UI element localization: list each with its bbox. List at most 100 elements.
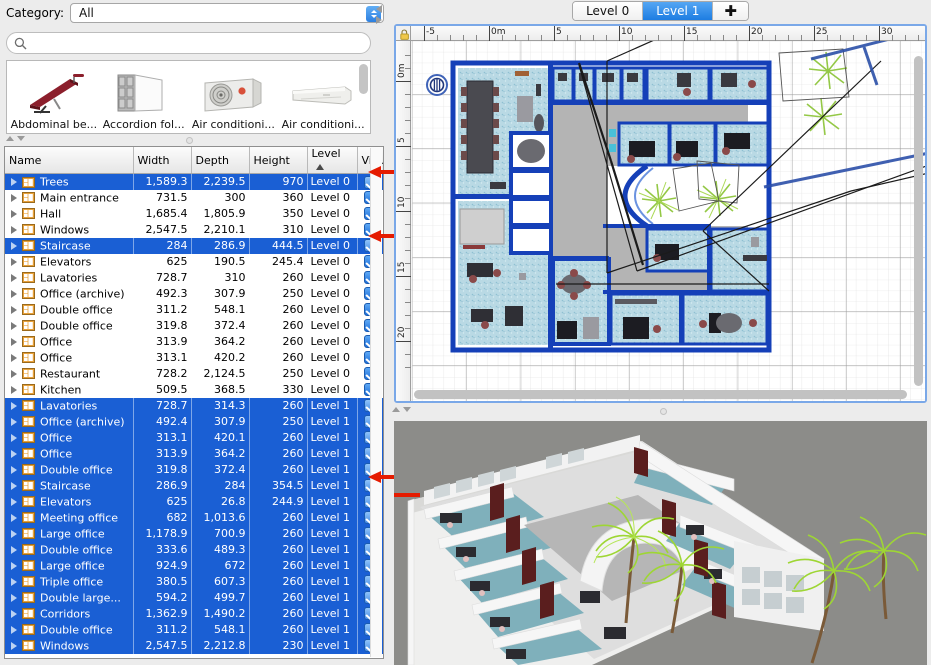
- cell-height[interactable]: 260: [249, 397, 308, 414]
- expand-group-icon[interactable]: [11, 529, 17, 538]
- catalog-item[interactable]: Abdominal be...: [9, 63, 99, 133]
- cell-depth[interactable]: 1,013.6: [191, 509, 250, 526]
- cell-level[interactable]: Level 1: [307, 445, 358, 462]
- expand-group-icon[interactable]: [11, 209, 17, 218]
- cell-name[interactable]: Hall: [5, 205, 133, 222]
- cell-name[interactable]: Kitchen: [5, 381, 133, 398]
- search-input[interactable]: [27, 35, 370, 51]
- cell-depth[interactable]: 607.3: [191, 573, 250, 590]
- table-row[interactable]: Lavatories 728.7 314.3 260 Level 1: [5, 397, 383, 414]
- cell-level[interactable]: Level 1: [307, 461, 358, 478]
- cell-width[interactable]: 625: [133, 253, 191, 270]
- expand-group-icon[interactable]: [11, 337, 17, 346]
- column-header-name[interactable]: Name: [5, 147, 134, 174]
- cell-depth[interactable]: 672: [191, 557, 250, 574]
- cell-height[interactable]: 260: [249, 317, 307, 334]
- expand-group-icon[interactable]: [11, 369, 17, 378]
- cell-name[interactable]: Office: [5, 349, 133, 366]
- cell-depth[interactable]: 548.1: [191, 301, 249, 318]
- plan-vertical-scrollbar[interactable]: [914, 56, 923, 386]
- table-row[interactable]: Lavatories 728.7 310 260 Level 0: [5, 269, 383, 286]
- cell-depth[interactable]: 499.7: [191, 589, 250, 606]
- cell-depth[interactable]: 489.3: [191, 541, 250, 558]
- catalog-items-list[interactable]: Abdominal be... Accordion fol... Air con…: [6, 60, 371, 134]
- cell-name[interactable]: Windows: [5, 637, 134, 654]
- chevron-down-icon[interactable]: [403, 407, 411, 412]
- cell-width[interactable]: 728.2: [133, 365, 191, 382]
- cell-level[interactable]: Level 1: [307, 573, 358, 590]
- cell-name[interactable]: Office: [5, 429, 134, 446]
- table-row[interactable]: Restaurant 728.2 2,124.5 250 Level 0: [5, 365, 383, 382]
- table-row[interactable]: Double office 333.6 489.3 260 Level 1: [5, 541, 383, 558]
- expand-group-icon[interactable]: [11, 593, 17, 602]
- cell-width[interactable]: 728.7: [133, 397, 192, 414]
- cell-depth[interactable]: 190.5: [191, 253, 249, 270]
- cell-level[interactable]: Level 1: [307, 397, 358, 414]
- expand-group-icon[interactable]: [11, 385, 17, 394]
- plan-view[interactable]: -5 0m 5 10 15 20 25 30 0m 5 10 15 20: [394, 24, 927, 403]
- column-header-height[interactable]: Height: [249, 147, 308, 174]
- expand-group-icon[interactable]: [11, 193, 17, 202]
- expand-group-icon[interactable]: [11, 497, 17, 506]
- cell-name[interactable]: Large office: [5, 557, 134, 574]
- table-row[interactable]: Elevators 625 26.8 244.9 Level 1: [5, 493, 383, 510]
- table-row[interactable]: Triple office 380.5 607.3 260 Level 1: [5, 573, 383, 590]
- tab-level-0[interactable]: Level 0: [573, 2, 644, 20]
- cell-level[interactable]: Level 0: [307, 237, 358, 254]
- cell-depth[interactable]: 548.1: [191, 621, 250, 638]
- compass-icon[interactable]: [426, 74, 448, 96]
- cell-depth[interactable]: 2,212.8: [191, 637, 250, 654]
- cell-height[interactable]: 260: [249, 605, 308, 622]
- cell-width[interactable]: 313.1: [133, 349, 191, 366]
- plan-canvas[interactable]: [411, 41, 925, 401]
- cell-width[interactable]: 313.1: [133, 429, 192, 446]
- cell-width[interactable]: 594.2: [133, 589, 192, 606]
- cell-height[interactable]: 250: [249, 285, 307, 302]
- cell-depth[interactable]: 420.1: [191, 429, 250, 446]
- cell-height[interactable]: 260: [249, 349, 307, 366]
- expand-group-icon[interactable]: [11, 257, 17, 266]
- cell-level[interactable]: Level 1: [307, 557, 358, 574]
- expand-group-icon[interactable]: [11, 353, 17, 362]
- cell-height[interactable]: 250: [249, 413, 308, 430]
- table-row[interactable]: Main entrance 731.5 300 360 Level 0: [5, 189, 383, 206]
- catalog-item[interactable]: Accordion fol...: [99, 63, 189, 133]
- table-row[interactable]: Office (archive) 492.3 307.9 250 Level 0: [5, 285, 383, 302]
- catalog-item[interactable]: Air conditioni...: [278, 63, 368, 133]
- expand-group-icon[interactable]: [11, 641, 17, 650]
- expand-group-icon[interactable]: [11, 609, 17, 618]
- cell-height[interactable]: 260: [249, 509, 308, 526]
- cell-width[interactable]: 311.2: [133, 621, 192, 638]
- table-row[interactable]: Large office 924.9 672 260 Level 1: [5, 557, 383, 574]
- expand-group-icon[interactable]: [11, 401, 17, 410]
- cell-depth[interactable]: 1,805.9: [191, 205, 249, 222]
- table-row[interactable]: Trees 1,589.3 2,239.5 970 Level 0: [5, 173, 383, 190]
- table-row[interactable]: Office 313.9 364.2 260 Level 0: [5, 333, 383, 350]
- table-row[interactable]: Large office 1,178.9 700.9 260 Level 1: [5, 525, 383, 542]
- cell-depth[interactable]: 26.8: [191, 493, 250, 510]
- table-row[interactable]: Office 313.9 364.2 260 Level 1: [5, 445, 383, 462]
- table-row[interactable]: Corridors 1,362.9 1,490.2 260 Level 1: [5, 605, 383, 622]
- cell-name[interactable]: Restaurant: [5, 365, 133, 382]
- column-header-level[interactable]: Level: [307, 147, 358, 174]
- cell-name[interactable]: Windows: [5, 221, 133, 238]
- table-row[interactable]: Elevators 625 190.5 245.4 Level 0: [5, 253, 383, 270]
- cell-height[interactable]: 260: [249, 541, 308, 558]
- expand-group-icon[interactable]: [11, 481, 17, 490]
- cell-level[interactable]: Level 1: [307, 429, 358, 446]
- cell-name[interactable]: Large office: [5, 525, 134, 542]
- cell-level[interactable]: Level 0: [307, 189, 357, 206]
- cell-name[interactable]: Office (archive): [5, 285, 133, 302]
- cell-level[interactable]: Level 0: [307, 365, 357, 382]
- cell-level[interactable]: Level 0: [307, 301, 357, 318]
- chevron-right-icon[interactable]: [376, 16, 382, 24]
- cell-height[interactable]: 360: [249, 189, 307, 206]
- category-select[interactable]: All: [69, 3, 384, 23]
- cell-depth[interactable]: 284: [191, 477, 250, 494]
- table-row[interactable]: Double office 319.8 372.4 260 Level 1: [5, 461, 383, 478]
- cell-name[interactable]: Office (archive): [5, 413, 134, 430]
- cell-height[interactable]: 260: [249, 429, 308, 446]
- cell-depth[interactable]: 314.3: [191, 397, 250, 414]
- table-row[interactable]: Hall 1,685.4 1,805.9 350 Level 0: [5, 205, 383, 222]
- cell-width[interactable]: 380.5: [133, 573, 192, 590]
